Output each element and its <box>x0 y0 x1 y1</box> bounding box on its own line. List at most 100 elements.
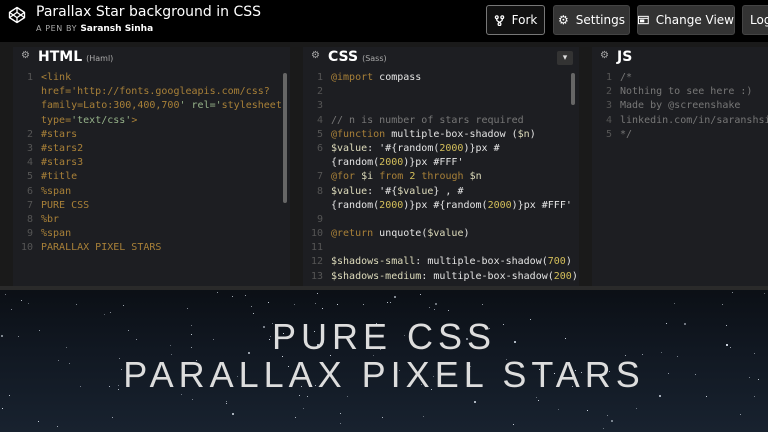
line-number: 5 <box>26 171 33 183</box>
code-line[interactable]: 9 <box>303 213 579 227</box>
code-line[interactable]: family=Lato:300,400,700' rel='stylesheet… <box>13 99 290 113</box>
code-line[interactable]: 11 <box>303 241 579 255</box>
line-number: 5 <box>316 128 323 140</box>
code-line[interactable]: 2 Nothing to see here :) <box>592 85 768 99</box>
code-line[interactable]: 4 // n is number of stars required <box>303 114 579 128</box>
css-settings-gear-icon[interactable]: ⚙ <box>311 50 320 61</box>
star <box>513 424 514 425</box>
fork-icon <box>494 14 504 26</box>
star <box>28 303 29 304</box>
code-text: {random(2000)}px #FFF' <box>331 157 464 169</box>
star <box>11 309 12 310</box>
star <box>732 292 733 293</box>
css-scrollbar[interactable] <box>571 73 575 105</box>
code-line[interactable]: 1 /* <box>592 71 768 85</box>
code-line[interactable]: 12 $shadows-small: multiple-box-shadow(70… <box>303 255 579 269</box>
code-line[interactable]: 7 @for $i from 2 through $n <box>303 170 579 184</box>
code-line[interactable]: 8 $value: '#{$value} , # <box>303 185 579 199</box>
code-text: #title <box>41 171 78 183</box>
line-number: 7 <box>26 199 33 211</box>
preview-pane[interactable]: PURE CSS PARALLAX PIXEL STARS <box>0 286 768 432</box>
line-number: 12 <box>310 256 323 268</box>
html-code[interactable]: 1 <link href='http://fonts.googleapis.com/… <box>13 71 290 255</box>
html-editor-panel[interactable]: ⚙ HTML (Haml) 1 <link href='http://fonts.go… <box>13 47 290 286</box>
code-line[interactable]: 8 %br <box>13 213 290 227</box>
code-line[interactable]: href='http://fonts.googleapis.com/css? <box>13 85 290 99</box>
star <box>764 293 765 294</box>
gear-icon: ⚙ <box>558 13 569 27</box>
star <box>435 303 437 305</box>
code-text: %span <box>41 185 72 197</box>
codepen-logo-icon[interactable] <box>8 6 26 24</box>
code-line[interactable]: 5 */ <box>592 128 768 142</box>
code-line[interactable]: type='text/css'> <box>13 114 290 128</box>
html-settings-gear-icon[interactable]: ⚙ <box>21 50 30 61</box>
code-line[interactable]: 3 Made by @screenshake <box>592 99 768 113</box>
star <box>217 292 218 293</box>
code-line[interactable]: 1 @import compass <box>303 71 579 85</box>
login-button[interactable]: Log <box>742 5 768 35</box>
change-view-button[interactable]: Change View <box>637 5 735 35</box>
star <box>253 313 254 314</box>
code-line[interactable]: 10 @return unquote($value) <box>303 227 579 241</box>
code-line[interactable]: 4 #stars3 <box>13 156 290 170</box>
code-line[interactable]: 3 #stars2 <box>13 142 290 156</box>
code-line[interactable]: 4 linkedin.com/in/saranshsinha <box>592 114 768 128</box>
star <box>21 300 22 301</box>
code-text: $shadows-medium: multiple-box-shadow(200… <box>331 270 578 282</box>
code-text: $value: '#{random(2000)}px # <box>331 142 500 154</box>
layout-icon <box>638 15 649 25</box>
code-line[interactable]: {random(2000)}px #{random(2000)}px #FFF' <box>303 199 579 213</box>
star <box>434 309 435 310</box>
line-number: 1 <box>26 72 33 83</box>
css-editor-panel[interactable]: ⚙ CSS (Sass) ▾ 1 @import compass 2 3 4 // n is… <box>303 47 579 286</box>
star <box>307 396 308 397</box>
code-line[interactable]: 5 #title <box>13 170 290 184</box>
code-text: */ <box>620 128 633 140</box>
line-number: 3 <box>605 100 612 112</box>
code-line[interactable]: 2 <box>303 85 579 99</box>
css-chevron-down-icon[interactable]: ▾ <box>557 51 573 65</box>
star <box>706 396 707 397</box>
star <box>226 403 227 404</box>
code-line[interactable]: 9 %span <box>13 227 290 241</box>
settings-button[interactable]: ⚙ Settings <box>553 5 630 35</box>
code-text: type='text/css'> <box>41 114 138 126</box>
js-panel-header: ⚙ JS <box>592 47 768 69</box>
code-line[interactable]: 2 #stars <box>13 128 290 142</box>
code-line[interactable]: 6 $value: '#{random(2000)}px # <box>303 142 579 156</box>
pen-byline: A PEN BY Saransh Sinha <box>36 24 153 34</box>
code-line[interactable]: 10 PARALLAX PIXEL STARS <box>13 241 290 255</box>
code-text: <link <box>41 72 72 83</box>
star <box>2 408 3 409</box>
code-line[interactable]: 13 $shadows-medium: multiple-box-shadow(2… <box>303 270 579 284</box>
author-link[interactable]: Saransh Sinha <box>80 24 153 34</box>
js-code[interactable]: 1/* 2 Nothing to see here :) 3 Made by @sc… <box>592 71 768 142</box>
code-text: {random(2000)}px #{random(2000)}px #FFF' <box>331 199 572 211</box>
star <box>315 303 316 304</box>
preview-title-line1: PURE CSS <box>271 316 497 357</box>
star <box>340 413 341 414</box>
line-number: 9 <box>316 213 323 225</box>
fork-button[interactable]: Fork <box>486 5 545 35</box>
code-line[interactable]: 6 %span <box>13 185 290 199</box>
star <box>317 293 318 294</box>
line-number: 11 <box>310 242 323 254</box>
star <box>192 399 193 400</box>
js-editor-panel[interactable]: ⚙ JS 1/* 2 Nothing to see here :) 3 Made b… <box>592 47 768 286</box>
code-line[interactable]: 3 <box>303 99 579 113</box>
html-scrollbar[interactable] <box>283 73 287 203</box>
js-settings-gear-icon[interactable]: ⚙ <box>600 50 609 61</box>
code-line[interactable]: 5 @function multiple-box-shadow ($n) <box>303 128 579 142</box>
star <box>340 423 341 424</box>
resize-handle[interactable] <box>0 286 768 290</box>
code-line[interactable]: 1 <link <box>13 71 290 85</box>
star <box>429 307 430 308</box>
star <box>474 401 476 403</box>
code-line[interactable]: 7 PURE CSS <box>13 199 290 213</box>
code-text: #stars2 <box>41 142 84 154</box>
css-code[interactable]: 1 @import compass 2 3 4 // n is number of sta… <box>303 71 579 284</box>
star <box>536 397 537 398</box>
star <box>538 400 539 401</box>
code-line[interactable]: {random(2000)}px #FFF' <box>303 156 579 170</box>
